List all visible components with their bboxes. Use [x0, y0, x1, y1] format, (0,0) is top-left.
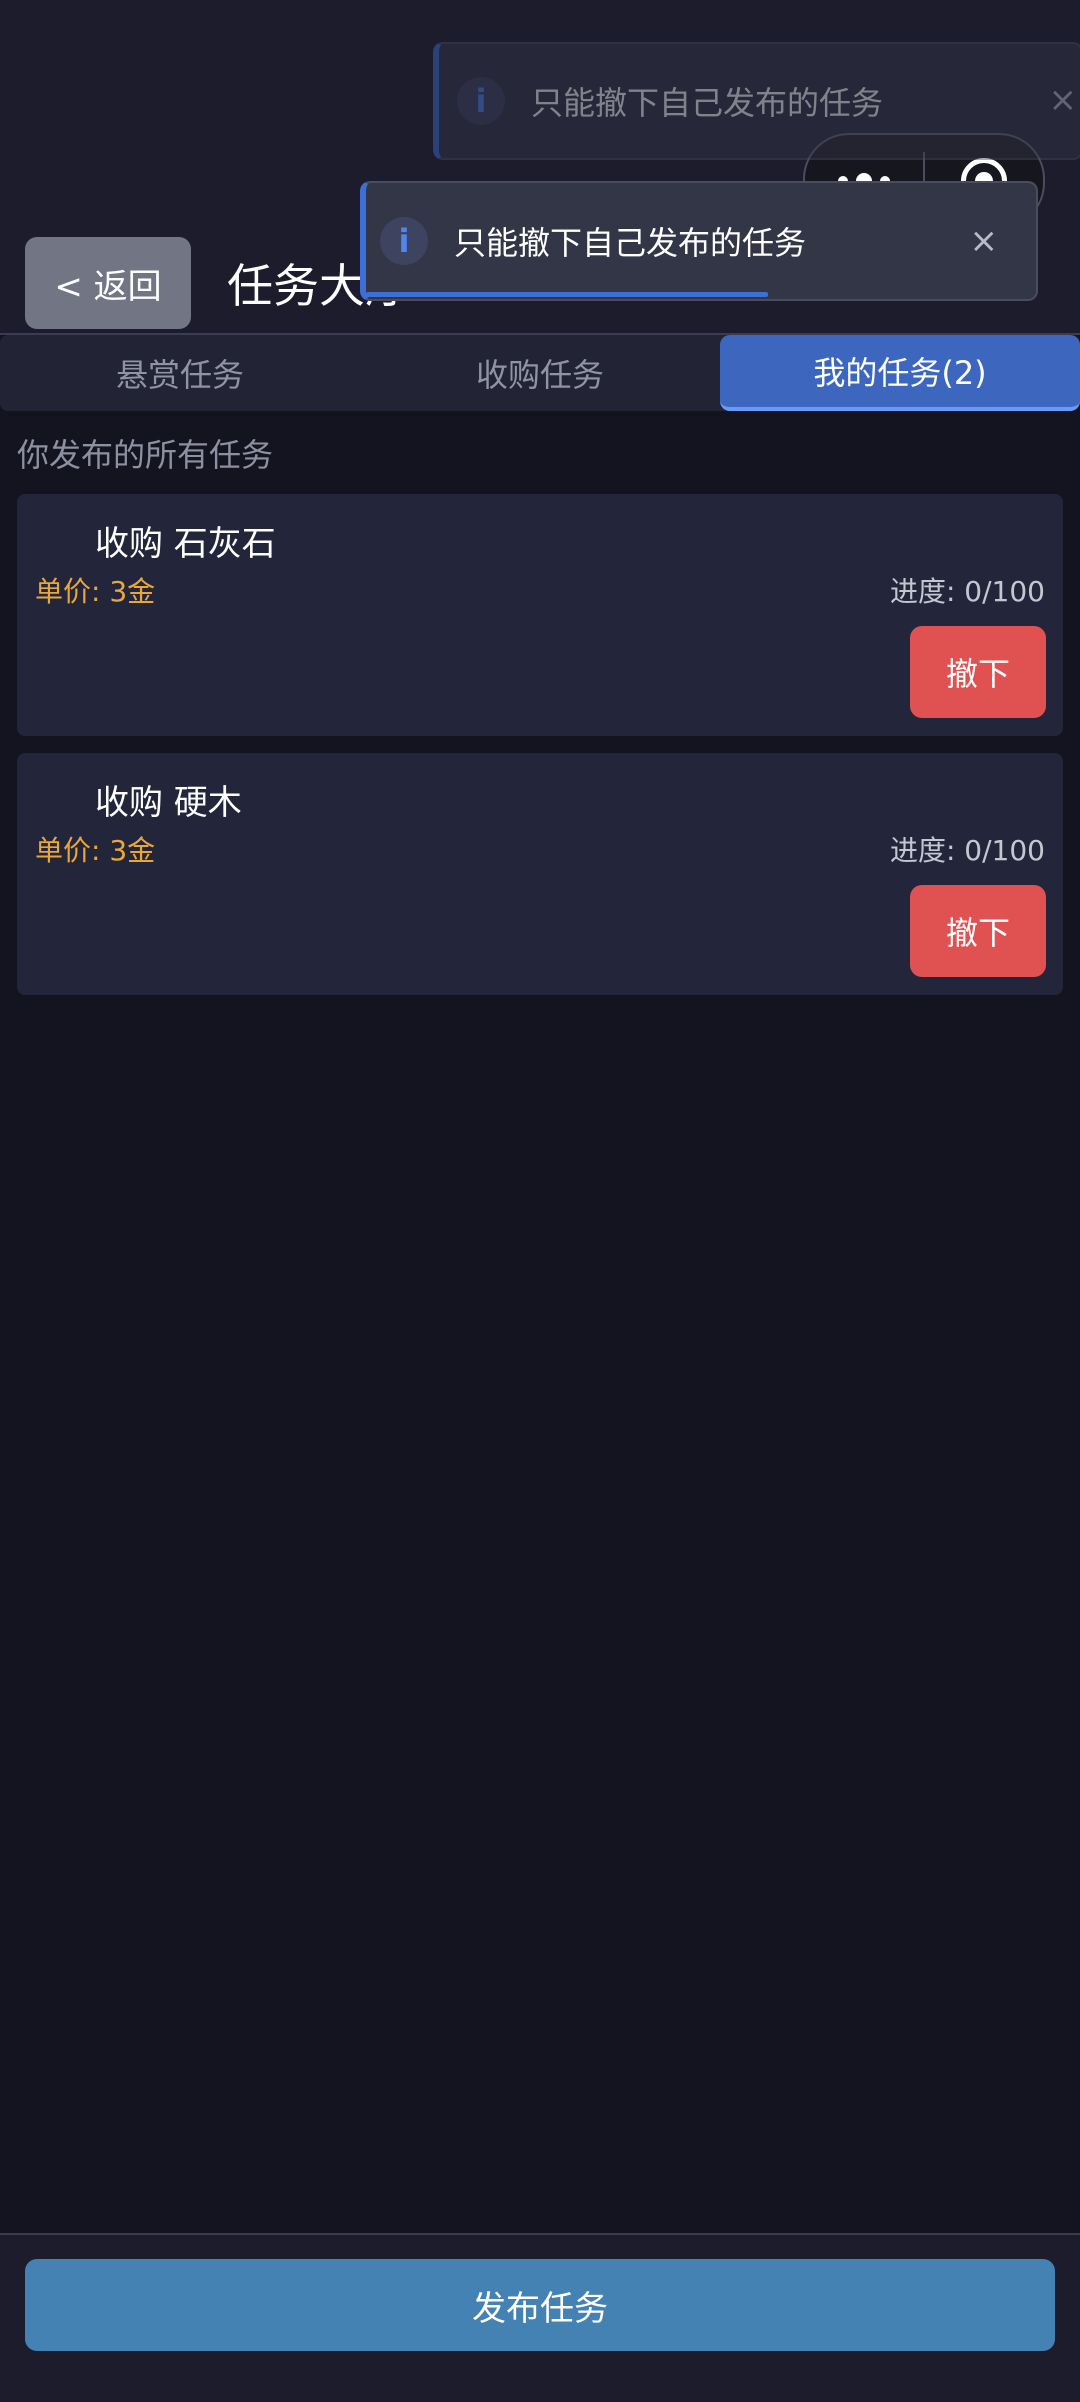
back-button[interactable]: < 返回 [25, 237, 191, 329]
task-price: 单价: 3金 [35, 834, 156, 867]
toast-notification: i 只能撤下自己发布的任务 × [360, 181, 1038, 301]
bottom-bar: 发布任务 [0, 2233, 1080, 2402]
withdraw-button[interactable]: 撤下 [910, 885, 1046, 977]
info-icon: i [457, 77, 505, 125]
tab-bounty-tasks[interactable]: 悬赏任务 [0, 335, 360, 411]
task-card: 收购 石灰石 单价: 3金 进度: 0/100 撤下 [17, 494, 1063, 736]
publish-task-button[interactable]: 发布任务 [25, 2259, 1055, 2351]
task-card: 收购 硬木 单价: 3金 进度: 0/100 撤下 [17, 753, 1063, 995]
info-icon: i [380, 217, 428, 265]
task-progress: 进度: 0/100 [889, 575, 1045, 608]
toast-notification: i 只能撤下自己发布的任务 × [433, 42, 1080, 160]
task-price: 单价: 3金 [35, 575, 156, 608]
tab-my-tasks[interactable]: 我的任务(2) [720, 335, 1080, 411]
tab-bar: 悬赏任务 收购任务 我的任务(2) [0, 335, 1080, 411]
withdraw-button[interactable]: 撤下 [910, 626, 1046, 718]
toast-message: 只能撤下自己发布的任务 [531, 84, 884, 122]
toast-message: 只能撤下自己发布的任务 [454, 224, 807, 262]
tab-purchase-tasks[interactable]: 收购任务 [360, 335, 720, 411]
task-title: 收购 石灰石 [95, 524, 276, 564]
toast-progress-bar [366, 292, 768, 297]
task-title: 收购 硬木 [95, 783, 242, 823]
close-icon[interactable]: × [970, 221, 999, 261]
section-label: 你发布的所有任务 [17, 436, 274, 474]
task-progress: 进度: 0/100 [889, 834, 1045, 867]
close-icon[interactable]: × [1049, 80, 1078, 120]
